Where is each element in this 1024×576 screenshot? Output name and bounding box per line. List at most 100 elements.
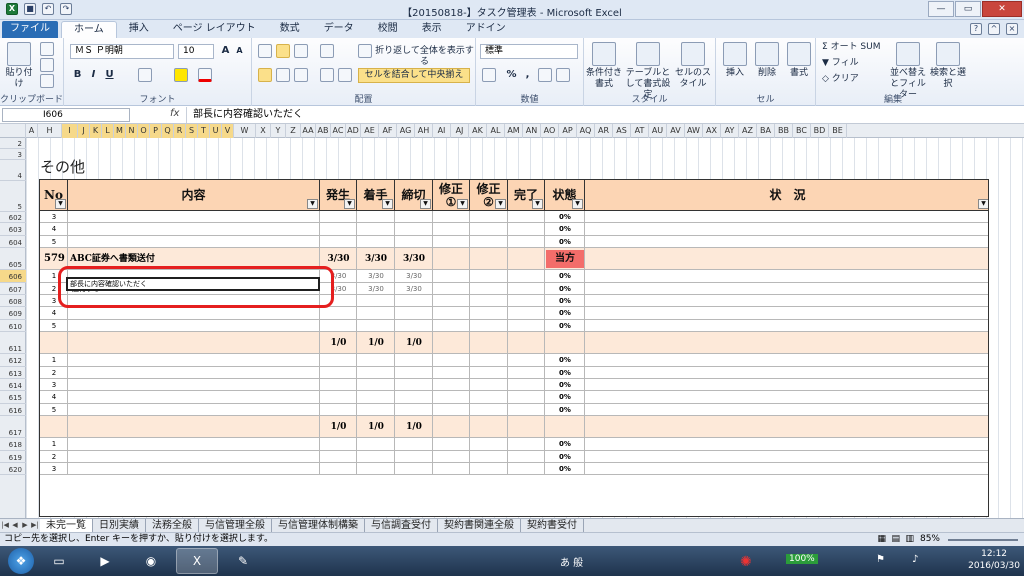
column-header[interactable]: AW xyxy=(685,124,703,138)
table-cell[interactable] xyxy=(470,463,508,475)
table-cell[interactable] xyxy=(470,235,508,248)
table-cell[interactable] xyxy=(470,270,508,282)
sheet-tab[interactable]: 法務全般 xyxy=(146,519,199,532)
row-header[interactable]: 2 xyxy=(0,138,26,149)
filter-dropdown-icon[interactable]: ▼ xyxy=(307,199,318,209)
conditional-format-button[interactable]: 条件付き書式 xyxy=(586,42,622,90)
table-cell[interactable] xyxy=(320,463,357,475)
table-cell[interactable] xyxy=(357,450,395,462)
table-cell[interactable] xyxy=(320,391,357,403)
table-cell[interactable] xyxy=(433,354,470,366)
table-cell[interactable] xyxy=(395,354,433,366)
filter-dropdown-icon[interactable]: ▼ xyxy=(382,199,393,209)
cut-icon[interactable] xyxy=(40,42,54,56)
tab-home[interactable]: ホーム xyxy=(61,21,117,38)
row-header[interactable]: 604 xyxy=(0,236,26,249)
filter-dropdown-icon[interactable]: ▼ xyxy=(457,199,468,209)
table-cell[interactable] xyxy=(395,403,433,416)
table-cell[interactable] xyxy=(433,416,470,438)
table-cell[interactable] xyxy=(545,416,585,438)
table-cell[interactable] xyxy=(433,211,470,223)
table-cell[interactable] xyxy=(508,416,545,438)
volume-icon[interactable]: ♪ xyxy=(912,554,918,565)
last-sheet-icon[interactable]: ▶| xyxy=(30,519,40,532)
table-cell[interactable] xyxy=(508,235,545,248)
table-cell[interactable] xyxy=(508,391,545,403)
column-header[interactable]: AO xyxy=(541,124,559,138)
table-cell[interactable] xyxy=(357,235,395,248)
column-header[interactable]: M xyxy=(114,124,126,138)
increase-indent-icon[interactable] xyxy=(338,68,352,82)
copy-icon[interactable] xyxy=(40,58,54,72)
table-cell[interactable] xyxy=(320,319,357,332)
table-cell[interactable] xyxy=(395,366,433,378)
table-cell[interactable] xyxy=(508,403,545,416)
column-header[interactable]: AL xyxy=(487,124,505,138)
table-cell[interactable] xyxy=(433,366,470,378)
wrap-text-icon[interactable] xyxy=(358,44,372,58)
table-cell[interactable] xyxy=(433,282,470,294)
align-left-icon[interactable] xyxy=(258,68,272,82)
row-header[interactable]: 609 xyxy=(0,307,26,320)
row-header[interactable]: 3 xyxy=(0,149,26,160)
table-cell[interactable] xyxy=(433,223,470,235)
table-cell[interactable] xyxy=(357,438,395,450)
column-header[interactable]: AB xyxy=(316,124,331,138)
table-cell[interactable] xyxy=(357,403,395,416)
table-cell[interactable] xyxy=(68,416,320,438)
table-cell[interactable] xyxy=(433,248,470,270)
currency-icon[interactable] xyxy=(482,68,496,82)
table-cell[interactable] xyxy=(40,332,68,354)
table-cell[interactable] xyxy=(433,319,470,332)
sheet-tab[interactable]: 与信調査受付 xyxy=(365,519,438,532)
table-cell[interactable] xyxy=(320,211,357,223)
column-header[interactable]: O xyxy=(138,124,150,138)
table-cell[interactable] xyxy=(470,248,508,270)
autosum-button[interactable]: Σ オート SUM xyxy=(822,42,881,53)
table-cell[interactable] xyxy=(433,450,470,462)
table-cell[interactable] xyxy=(68,450,320,462)
fill-color-icon[interactable] xyxy=(174,68,188,82)
column-header[interactable]: H xyxy=(38,124,62,138)
ime-indicator[interactable]: あ 般 xyxy=(560,554,583,569)
border-icon[interactable] xyxy=(138,68,152,82)
selected-cell-I606[interactable]: 部長に内容確認いただく xyxy=(66,277,320,291)
table-cell[interactable] xyxy=(320,307,357,319)
table-cell[interactable] xyxy=(470,211,508,223)
row-header[interactable]: 620 xyxy=(0,463,26,476)
column-header[interactable]: AD xyxy=(346,124,361,138)
table-cell[interactable] xyxy=(433,332,470,354)
table-cell[interactable] xyxy=(357,307,395,319)
align-center-icon[interactable] xyxy=(276,68,290,82)
row-header[interactable]: 611 xyxy=(0,332,26,355)
table-cell[interactable] xyxy=(320,223,357,235)
table-cell[interactable] xyxy=(395,379,433,391)
table-cell[interactable] xyxy=(433,295,470,307)
row-header[interactable]: 614 xyxy=(0,379,26,392)
table-cell[interactable] xyxy=(357,211,395,223)
table-cell[interactable] xyxy=(40,416,68,438)
ribbon-minimize-icon[interactable]: ^ xyxy=(988,23,1000,35)
table-cell[interactable] xyxy=(508,319,545,332)
tab-file[interactable]: ファイル xyxy=(2,21,58,38)
table-cell[interactable] xyxy=(545,332,585,354)
table-cell[interactable] xyxy=(508,223,545,235)
page-layout-view-icon[interactable]: ▤ xyxy=(891,533,900,546)
table-cell[interactable] xyxy=(395,438,433,450)
table-cell[interactable] xyxy=(470,379,508,391)
row-header[interactable]: 617 xyxy=(0,416,26,439)
sheet-tab[interactable]: 与信管理体制構築 xyxy=(272,519,365,532)
sheet-tab[interactable]: 契約書関連全般 xyxy=(438,519,521,532)
column-header[interactable]: AX xyxy=(703,124,721,138)
table-cell[interactable] xyxy=(357,223,395,235)
column-header[interactable]: R xyxy=(174,124,186,138)
workbook-close-icon[interactable]: × xyxy=(1006,23,1018,35)
tab-addins[interactable]: アドイン xyxy=(454,21,518,38)
first-sheet-icon[interactable]: |◀ xyxy=(0,519,10,532)
column-header[interactable]: AM xyxy=(505,124,523,138)
tab-insert[interactable]: 挿入 xyxy=(117,21,161,38)
table-cell[interactable] xyxy=(470,366,508,378)
table-cell[interactable] xyxy=(68,319,320,332)
table-cell[interactable] xyxy=(470,282,508,294)
find-select-button[interactable]: 検索と選択 xyxy=(930,42,966,90)
